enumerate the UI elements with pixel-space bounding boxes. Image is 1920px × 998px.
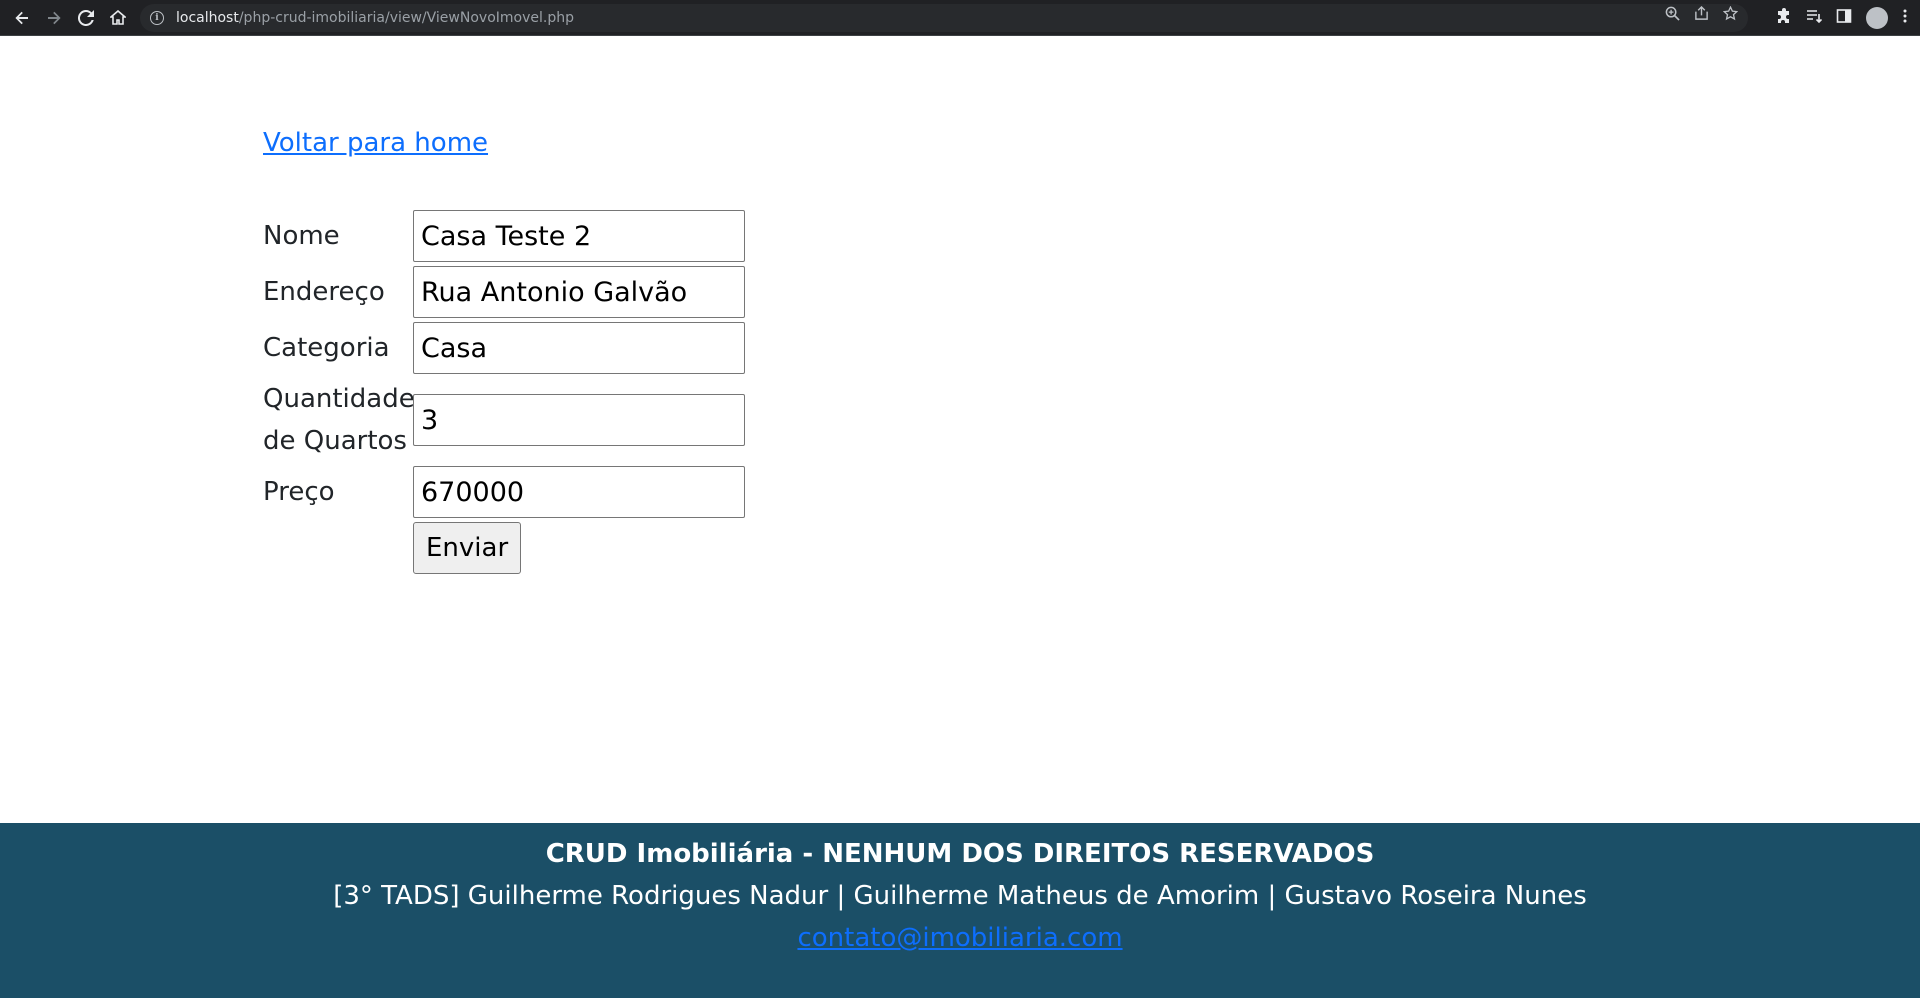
toolbar-actions (1776, 4, 1908, 32)
url-path: /php-crud-imobiliaria/view/ViewNovoImove… (238, 10, 574, 26)
quartos-label-line1: Quantidade (263, 384, 415, 414)
nome-label: Nome (263, 221, 340, 251)
reload-icon[interactable] (74, 6, 98, 30)
address-bar[interactable]: i localhost/php-crud-imobiliaria/view/Vi… (140, 4, 1748, 32)
share-icon[interactable] (1694, 5, 1709, 25)
categoria-label: Categoria (263, 333, 390, 363)
endereco-label: Endereço (263, 277, 385, 307)
reading-list-icon[interactable] (1806, 8, 1823, 28)
page-footer: CRUD Imobiliária - NENHUM DOS DIREITOS R… (0, 823, 1920, 998)
quartos-label: Quantidade de Quartos (263, 378, 415, 462)
form-row-categoria: Categoria (263, 322, 745, 374)
avatar[interactable] (1866, 7, 1888, 29)
categoria-input[interactable] (413, 322, 745, 374)
preco-input[interactable] (413, 466, 745, 518)
home-icon[interactable] (106, 6, 130, 30)
zoom-icon[interactable] (1665, 6, 1680, 25)
quartos-input[interactable] (413, 394, 745, 446)
back-to-home-link[interactable]: Voltar para home (263, 128, 488, 158)
preco-label: Preço (263, 477, 335, 507)
form-row-endereco: Endereço (263, 266, 745, 318)
form-row-submit: Enviar (413, 522, 745, 574)
form-row-nome: Nome (263, 210, 745, 262)
nome-input[interactable] (413, 210, 745, 262)
form-row-preco: Preço (263, 466, 745, 518)
browser-toolbar: i localhost/php-crud-imobiliaria/view/Vi… (0, 0, 1920, 36)
star-icon[interactable] (1722, 5, 1739, 25)
footer-email-link[interactable]: contato@imobiliaria.com (797, 923, 1122, 953)
quartos-label-line2: de Quartos (263, 426, 407, 456)
puzzle-icon[interactable] (1776, 8, 1792, 28)
arrow-right-icon[interactable] (42, 6, 66, 30)
side-panel-icon[interactable] (1836, 8, 1852, 28)
new-property-form: Nome Endereço Categoria Quantidade de Qu… (263, 210, 745, 578)
endereco-input[interactable] (413, 266, 745, 318)
kebab-menu-icon[interactable] (1902, 8, 1908, 28)
info-icon[interactable]: i (150, 11, 164, 25)
submit-button[interactable]: Enviar (413, 522, 522, 574)
footer-title: CRUD Imobiliária - NENHUM DOS DIREITOS R… (545, 839, 1375, 869)
footer-authors: [3° TADS] Guilherme Rodrigues Nadur | Gu… (333, 881, 1587, 911)
url-host: localhost (176, 10, 239, 26)
arrow-left-icon[interactable] (10, 6, 34, 30)
omnibox-actions (1665, 5, 1739, 25)
form-row-quartos: Quantidade de Quartos (263, 378, 745, 462)
